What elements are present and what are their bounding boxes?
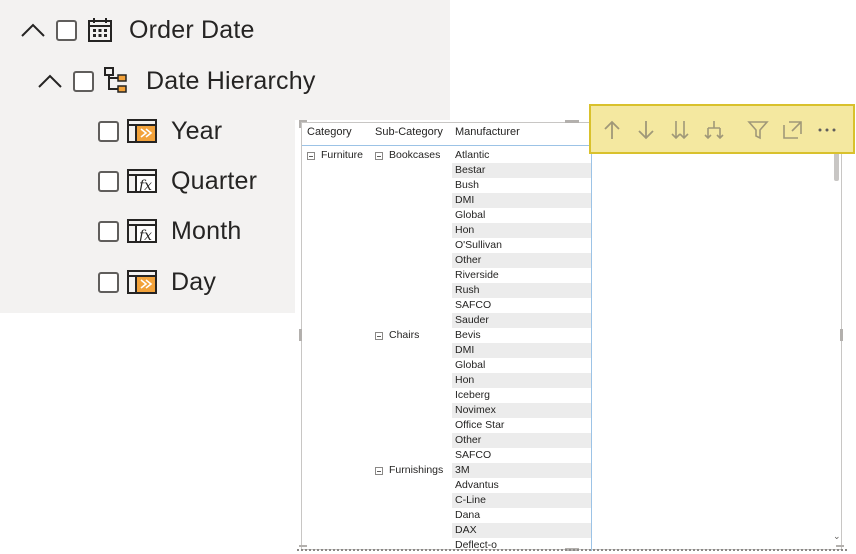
column-header-category[interactable]: Category bbox=[307, 126, 352, 138]
manufacturer-cell[interactable]: Bevis bbox=[452, 328, 591, 343]
manufacturer-cell[interactable]: DMI bbox=[452, 343, 591, 358]
manufacturer-cell[interactable]: Global bbox=[452, 358, 591, 373]
field-label: Date Hierarchy bbox=[146, 66, 316, 95]
matrix-header-row: Category Sub-Category Manufacturer bbox=[302, 123, 592, 146]
manufacturer-cell[interactable]: Bestar bbox=[452, 163, 591, 178]
collapse-minus-icon[interactable] bbox=[375, 466, 383, 475]
manufacturer-cell[interactable]: Novimex bbox=[452, 403, 591, 418]
manufacturer-cell[interactable]: Other bbox=[452, 433, 591, 448]
manufacturer-cell[interactable]: Iceberg bbox=[452, 388, 591, 403]
field-level-quarter[interactable]: fx Quarter bbox=[98, 161, 257, 201]
manufacturer-cell[interactable]: SAFCO bbox=[452, 298, 591, 313]
field-label: Year bbox=[171, 116, 223, 145]
manufacturer-cell[interactable]: Hon bbox=[452, 223, 591, 238]
field-level-month[interactable]: fx Month bbox=[98, 211, 241, 251]
column-header-subcategory[interactable]: Sub-Category bbox=[375, 126, 443, 138]
calendar-table-icon bbox=[127, 267, 157, 297]
expand-next-level-icon[interactable] bbox=[701, 117, 727, 143]
manufacturer-cell[interactable]: DMI bbox=[452, 193, 591, 208]
manufacturer-cell[interactable]: Bush bbox=[452, 178, 591, 193]
manufacturer-cell[interactable]: Sauder bbox=[452, 313, 591, 328]
manufacturer-cell[interactable]: Hon bbox=[452, 373, 591, 388]
manufacturer-cell[interactable]: C-Line bbox=[452, 493, 591, 508]
resize-handle-bottom-left[interactable] bbox=[299, 545, 307, 547]
resize-handle-bottom-right[interactable] bbox=[836, 545, 844, 547]
resize-handle-left[interactable] bbox=[299, 329, 302, 341]
visual-header-toolbar bbox=[589, 104, 855, 154]
collapse-chevron-icon[interactable] bbox=[20, 17, 46, 43]
hierarchy-icon bbox=[102, 66, 132, 96]
collapse-minus-icon[interactable] bbox=[307, 151, 315, 160]
drill-down-icon[interactable] bbox=[633, 117, 659, 143]
field-level-day[interactable]: Day bbox=[98, 262, 216, 302]
focus-mode-icon[interactable] bbox=[780, 117, 806, 143]
field-checkbox[interactable] bbox=[98, 170, 119, 192]
field-checkbox[interactable] bbox=[98, 120, 119, 142]
manufacturer-cell[interactable]: Dana bbox=[452, 508, 591, 523]
resize-handle-top-left[interactable] bbox=[299, 120, 301, 128]
manufacturer-cell[interactable]: Rush bbox=[452, 283, 591, 298]
scroll-down-arrow-icon[interactable]: ⌄ bbox=[833, 531, 841, 542]
drill-up-icon[interactable] bbox=[599, 117, 625, 143]
field-label: Order Date bbox=[129, 15, 255, 44]
manufacturer-cell[interactable]: Global bbox=[452, 208, 591, 223]
svg-text:fx: fx bbox=[138, 178, 152, 194]
more-options-icon[interactable] bbox=[814, 117, 840, 143]
calculated-column-icon: fx bbox=[127, 216, 157, 246]
subcategory-label: Furnishings bbox=[389, 464, 444, 476]
manufacturer-cell[interactable]: Office Star bbox=[452, 418, 591, 433]
resize-handle-right[interactable] bbox=[840, 329, 843, 341]
svg-text:fx: fx bbox=[138, 228, 152, 244]
field-label: Quarter bbox=[171, 166, 258, 195]
field-date-hierarchy[interactable]: Date Hierarchy bbox=[37, 61, 316, 101]
subcategory-label: Chairs bbox=[389, 329, 420, 341]
manufacturer-cell[interactable]: SAFCO bbox=[452, 448, 591, 463]
collapse-minus-icon[interactable] bbox=[375, 151, 383, 160]
calendar-table-icon bbox=[127, 116, 157, 146]
manufacturer-cell[interactable]: O'Sullivan bbox=[452, 238, 591, 253]
field-checkbox[interactable] bbox=[98, 220, 119, 242]
row-header-category[interactable]: Furniture bbox=[307, 148, 363, 163]
manufacturer-cell[interactable]: 3M bbox=[452, 463, 591, 478]
field-checkbox[interactable] bbox=[73, 70, 94, 92]
collapse-chevron-icon[interactable] bbox=[37, 68, 63, 94]
matrix-visual[interactable]: Category Sub-Category Manufacturer Furni… bbox=[301, 122, 842, 551]
collapse-minus-icon[interactable] bbox=[375, 331, 383, 340]
calculated-column-icon: fx bbox=[127, 166, 157, 196]
manufacturer-cell[interactable]: Riverside bbox=[452, 268, 591, 283]
field-checkbox[interactable] bbox=[98, 271, 119, 293]
field-label: Month bbox=[171, 216, 242, 245]
field-label: Day bbox=[171, 267, 217, 296]
column-header-manufacturer[interactable]: Manufacturer bbox=[455, 126, 520, 138]
calendar-icon bbox=[85, 15, 115, 45]
visual-selection-border bbox=[297, 549, 847, 551]
column-divider bbox=[591, 123, 592, 551]
field-level-year[interactable]: Year bbox=[98, 111, 222, 151]
manufacturer-cell[interactable]: Atlantic bbox=[452, 148, 591, 163]
field-table-order-date[interactable]: Order Date bbox=[20, 10, 255, 50]
go-to-next-level-icon[interactable] bbox=[667, 117, 693, 143]
subcategory-label: Bookcases bbox=[389, 149, 441, 161]
manufacturer-cell[interactable]: Other bbox=[452, 253, 591, 268]
filter-icon[interactable] bbox=[745, 117, 771, 143]
manufacturer-cell[interactable]: Advantus bbox=[452, 478, 591, 493]
row-header-subcategory[interactable]: Chairs bbox=[375, 328, 419, 343]
row-header-subcategory[interactable]: Furnishings bbox=[375, 463, 443, 478]
resize-handle-top[interactable] bbox=[565, 120, 579, 123]
manufacturer-cell[interactable]: DAX bbox=[452, 523, 591, 538]
row-header-subcategory[interactable]: Bookcases bbox=[375, 148, 440, 163]
field-checkbox[interactable] bbox=[56, 19, 77, 41]
category-label: Furniture bbox=[321, 149, 364, 161]
